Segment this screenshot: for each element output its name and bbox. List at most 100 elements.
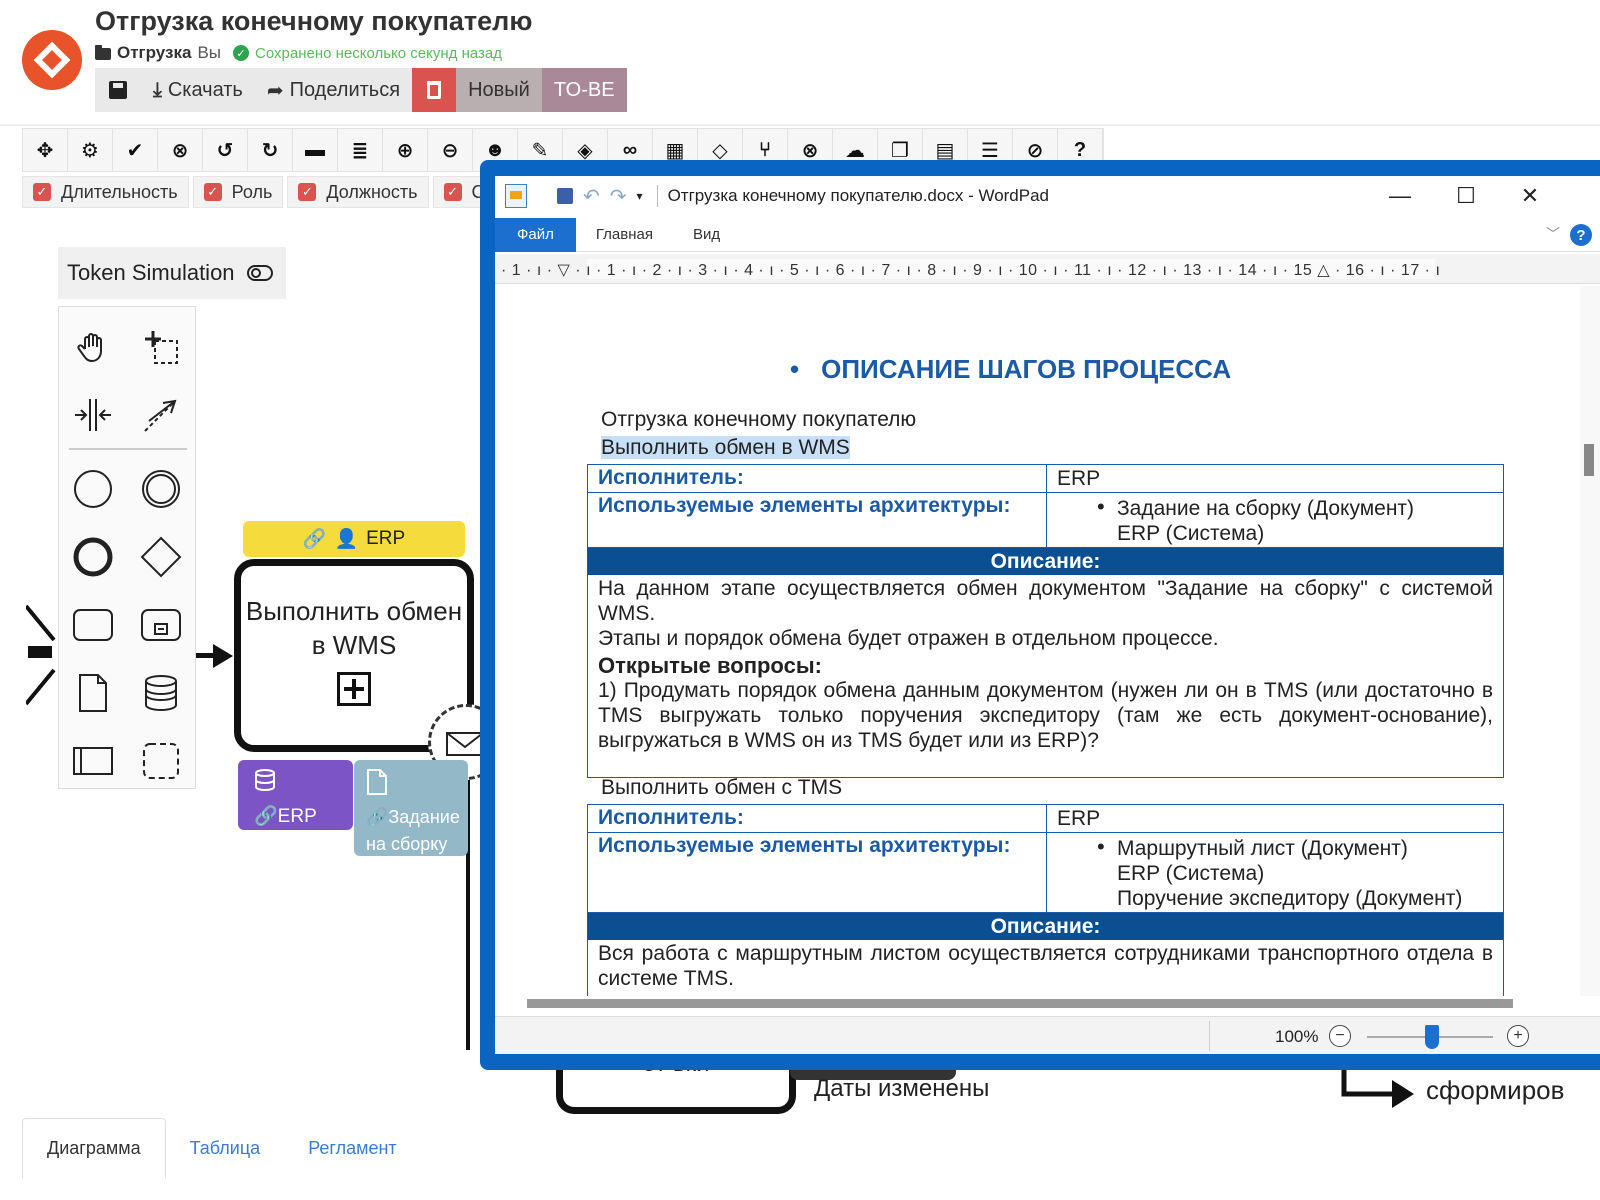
lasso-tool-icon[interactable] (139, 325, 183, 369)
chevron-down-icon[interactable]: ﹀ (1546, 224, 1560, 244)
collapsed-subprocess-marker[interactable] (337, 671, 371, 706)
vertical-scrollbar[interactable] (1580, 286, 1600, 996)
help-icon[interactable]: ? (1570, 224, 1592, 246)
link-icon: 🔗 (302, 529, 327, 550)
pool-icon[interactable] (71, 739, 115, 783)
undo-icon[interactable]: ↶ (583, 184, 600, 209)
zoom-slider-handle[interactable] (1425, 1025, 1439, 1049)
data-store-icon[interactable] (139, 671, 183, 715)
wordpad-window: ↶ ↷ ▾ Отгрузка конечному покупателю.docx… (480, 160, 1600, 1070)
zoom-out-icon[interactable]: ⊖ (428, 129, 473, 171)
save-status: Сохранено несколько секунд назад (255, 44, 502, 62)
table-cell-label: Исполнитель: (588, 805, 1047, 832)
redo-icon[interactable]: ↻ (248, 129, 293, 171)
tab-regulation[interactable]: Регламент (284, 1118, 420, 1178)
table-cell-label: Исполнитель: (588, 465, 1047, 492)
share-label: Поделиться (289, 78, 401, 101)
table-row: Используемые элементы архитектуры: Задан… (588, 493, 1503, 548)
data-store-erp[interactable]: 🔗ERP (238, 760, 353, 830)
data-object-icon[interactable] (71, 671, 115, 715)
view-tabs: Диаграмма Таблица Регламент (22, 1118, 421, 1178)
status-tobe-button[interactable]: TO-BE (541, 68, 627, 112)
close-circle-icon[interactable]: ⊗ (158, 129, 203, 171)
paragraph: Вся работа с маршрутным листом осуществл… (598, 942, 1493, 990)
filter-role[interactable]: ✓ Роль (192, 176, 284, 208)
tab-file[interactable]: Файл (495, 217, 576, 252)
tab-table[interactable]: Таблица (166, 1118, 285, 1178)
chevron-down-icon[interactable]: ▾ (637, 189, 643, 203)
redo-icon[interactable]: ↷ (610, 184, 627, 209)
maximize-button[interactable]: ☐ (1431, 176, 1501, 216)
app-logo[interactable] (22, 30, 82, 90)
document-heading: • ОПИСАНИЕ ШАГОВ ПРОЦЕССА (790, 354, 1232, 384)
horizontal-scrollbar[interactable] (495, 996, 1555, 1012)
user-icon: 👤 (334, 529, 359, 550)
delete-button[interactable] (412, 68, 457, 112)
end-event-icon[interactable] (71, 535, 115, 579)
status-divider (1209, 1021, 1210, 1051)
start-event-stub[interactable] (26, 600, 66, 710)
tab-view[interactable]: Вид (673, 218, 740, 252)
tab-diagram[interactable]: Диаграмма (22, 1118, 166, 1178)
data-object-assembly-task[interactable]: 🔗Задание на сборку (354, 760, 468, 856)
start-event-icon[interactable] (71, 467, 115, 511)
share-icon: ➦ (266, 79, 284, 102)
ruler[interactable]: · 1 · ı · ▽ · ı · 1 · ı · 2 · ı · 3 · ı … (495, 254, 1600, 284)
align-icon[interactable]: ≣ (338, 129, 383, 171)
folder-link[interactable]: Отгрузка (117, 43, 191, 63)
zoom-in-button[interactable]: + (1507, 1025, 1529, 1047)
link-icon: 🔗 (366, 807, 389, 827)
connect-tool-icon[interactable] (139, 393, 183, 437)
description-body: На данном этапе осуществляется обмен док… (588, 575, 1503, 777)
tab-home[interactable]: Главная (576, 218, 673, 252)
filter-duration[interactable]: ✓ Длительность (22, 176, 189, 208)
download-button[interactable]: ⤓ Скачать (141, 68, 255, 112)
zoom-out-button[interactable]: − (1329, 1025, 1351, 1047)
hand-tool-icon[interactable] (71, 325, 115, 369)
save-icon[interactable] (557, 188, 573, 204)
gateway-icon[interactable] (139, 535, 183, 579)
palette-divider (69, 448, 187, 450)
space-tool-icon[interactable] (71, 393, 115, 437)
process-title: Отгрузка конечному покупателю (601, 408, 917, 431)
annotation-dates-changed[interactable]: Даты изменены (814, 1075, 989, 1103)
subprocess-icon[interactable] (139, 603, 183, 647)
save-button[interactable] (95, 68, 141, 112)
bullet-icon: • (790, 354, 800, 384)
move-icon[interactable]: ✥ (23, 129, 68, 171)
zoom-level: 100% (1275, 1027, 1319, 1046)
table-cell-value: Задание на сборку (Документ) ERP (Систем… (1047, 493, 1503, 547)
task-icon[interactable] (71, 603, 115, 647)
save-icon (109, 81, 127, 99)
group-icon[interactable] (139, 739, 183, 783)
zoom-in-icon[interactable]: ⊕ (383, 129, 428, 171)
scrollbar-thumb[interactable] (1584, 444, 1594, 476)
settings-icon[interactable]: ⚙ (68, 129, 113, 171)
list-item: Задание на сборку (Документ) (1057, 494, 1493, 521)
intermediate-event-icon[interactable] (139, 467, 183, 511)
filter-label: Длительность (61, 181, 178, 202)
token-simulation-toggle[interactable]: Token Simulation (58, 247, 286, 299)
ruler-icon[interactable]: ▬ (293, 129, 338, 171)
sequence-flow-arrow[interactable] (1340, 1070, 1420, 1120)
element-palette (58, 306, 196, 789)
list-item: ERP (Система) (1117, 862, 1265, 885)
selected-text: Выполнить обмен в WMS (601, 436, 850, 459)
check-icon[interactable]: ✔ (113, 129, 158, 171)
close-button[interactable]: ✕ (1495, 176, 1565, 216)
task-label-right[interactable]: сформиров (1426, 1075, 1564, 1106)
performer-badge[interactable]: 🔗 👤 ERP (243, 521, 465, 557)
scrollbar-thumb[interactable] (527, 999, 1513, 1008)
data-store-label: ERP (277, 806, 317, 827)
share-button[interactable]: ➦ Поделиться (254, 68, 413, 112)
minimize-button[interactable]: — (1365, 176, 1435, 216)
wordpad-app-icon[interactable] (505, 184, 527, 208)
action-bar: ⤓ Скачать ➦ Поделиться Новый TO-BE (95, 68, 627, 112)
window-title: Отгрузка конечному покупателю.docx - Wor… (667, 186, 1050, 205)
paragraph: Этапы и порядок обмена будет отражен в о… (598, 627, 1219, 650)
status-new-button[interactable]: Новый (456, 68, 542, 112)
description-band: Описание: (588, 913, 1503, 940)
undo-icon[interactable]: ↺ (203, 129, 248, 171)
document-area[interactable]: • ОПИСАНИЕ ШАГОВ ПРОЦЕССА Отгрузка конечн… (495, 286, 1555, 996)
filter-position[interactable]: ✓ Должность (287, 176, 429, 208)
